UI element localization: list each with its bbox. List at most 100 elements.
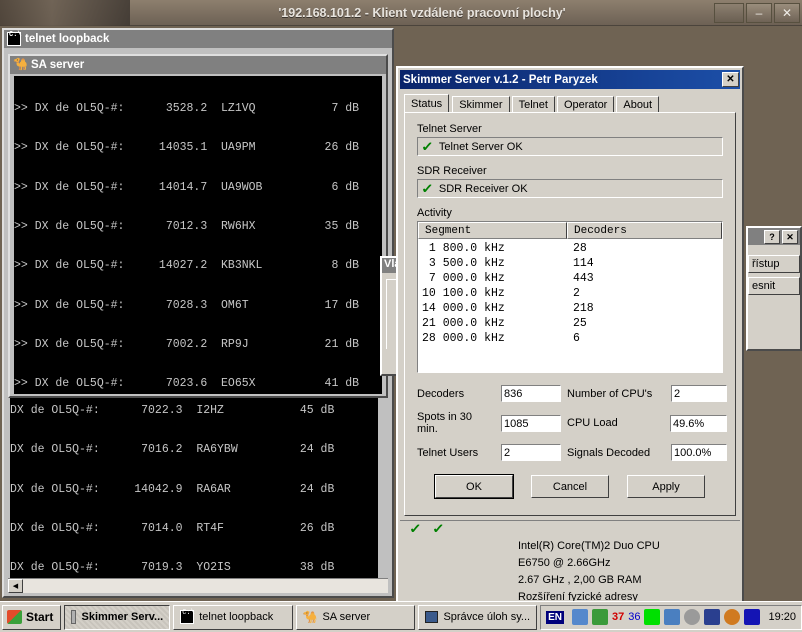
dialog-statusbar: ✓ ✓ xyxy=(400,520,740,537)
cpuload-value[interactable]: 49.6% xyxy=(670,414,727,432)
document-icon[interactable] xyxy=(664,609,681,625)
terminal-line: >> DX de OL5Q-#: 7028.3 OM6T 17 dB xyxy=(14,298,360,312)
terminal-line: >> DX de OL5Q-#: 7002.2 RP9J 21 dB xyxy=(14,337,360,351)
column-header-decoders[interactable]: Decoders xyxy=(567,222,722,239)
dialog-button-row: OK Cancel Apply xyxy=(417,474,723,499)
dialog-titlebar[interactable]: Skimmer Server v.1.2 - Petr Paryzek ✕ xyxy=(400,70,740,89)
terminal-line: >> DX de OL5Q-#: 3528.2 LZ1VQ 7 dB xyxy=(14,102,360,116)
chart-icon[interactable] xyxy=(704,609,721,625)
tab-skimmer[interactable]: Skimmer xyxy=(452,96,510,112)
media-play-icon[interactable] xyxy=(744,609,761,625)
cell-segment: 10 100.0 kHz xyxy=(422,287,505,300)
sdr-receiver-status-text: SDR Receiver OK xyxy=(438,182,528,195)
rdp-close-button[interactable]: ✕ xyxy=(774,2,800,23)
language-indicator[interactable]: EN xyxy=(546,610,564,624)
taskbar-button-taskmanager[interactable]: Správce úloh sy... xyxy=(417,604,538,630)
check-icon: ✓ xyxy=(432,521,445,536)
system-tray[interactable]: EN 37 36 19:20 xyxy=(540,604,802,630)
telnet-users-value[interactable]: 2 xyxy=(501,444,561,461)
cancel-button[interactable]: Cancel xyxy=(531,475,609,498)
terminal-line: DX de OL5Q-#: 7014.0 RT4F 26 dB xyxy=(10,522,335,536)
globe-icon[interactable] xyxy=(724,609,741,625)
telnet-loopback-hscrollbar[interactable]: ◀ xyxy=(8,578,388,593)
background-button-pristup[interactable]: řístup xyxy=(748,255,800,273)
cell-segment: 14 000.0 kHz xyxy=(422,302,505,315)
cmd-icon xyxy=(7,31,22,46)
telnet-loopback-terminal[interactable]: DX de OL5Q-#: 7022.3 I2HZ 45 dB DX de OL… xyxy=(10,378,378,578)
tab-operator[interactable]: Operator xyxy=(556,96,615,112)
column-header-segment[interactable]: Segment xyxy=(418,222,567,239)
rdp-restore-button[interactable] xyxy=(714,2,744,23)
taskbar[interactable]: Start Skimmer Serv... telnet loopback 🐪 … xyxy=(0,601,802,632)
taskbar-button-label: telnet loopback xyxy=(199,611,274,623)
taskbar-button-telnet[interactable]: telnet loopback xyxy=(173,604,293,630)
cpuload-label: CPU Load xyxy=(567,417,618,429)
cpus-value[interactable]: 2 xyxy=(671,385,727,402)
sa-server-window[interactable]: 🐪 SA server >> DX de OL5Q-#: 3528.2 LZ1V… xyxy=(8,54,388,398)
apply-button[interactable]: Apply xyxy=(627,475,705,498)
tray-count-blue: 36 xyxy=(628,611,641,623)
help-button[interactable]: ? xyxy=(764,229,780,244)
background-window-titlebar[interactable]: ? ✕ xyxy=(748,228,800,245)
terminal-line: DX de OL5Q-#: 7019.3 YO2IS 38 dB xyxy=(10,561,335,575)
cpu-info-line: E6750 @ 2.66GHz xyxy=(518,557,611,569)
table-row[interactable]: 7 000.0 kHz 443 xyxy=(418,271,722,286)
tab-about[interactable]: About xyxy=(616,96,660,112)
cpus-label: Number of CPU's xyxy=(567,387,653,400)
windows-logo-icon xyxy=(7,610,22,624)
rdp-minimize-button[interactable]: – xyxy=(746,2,772,23)
table-row[interactable]: 3 500.0 kHz 114 xyxy=(418,256,722,271)
tab-status[interactable]: Status xyxy=(404,94,450,112)
table-row[interactable]: 10 100.0 kHz 2 xyxy=(418,286,722,301)
check-icon: ✓ xyxy=(421,138,434,154)
sa-server-terminal[interactable]: >> DX de OL5Q-#: 3528.2 LZ1VQ 7 dB >> DX… xyxy=(14,76,382,394)
terminal-line: >> DX de OL5Q-#: 14014.7 UA9WOB 6 dB xyxy=(14,180,360,194)
close-icon[interactable]: ✕ xyxy=(722,72,739,87)
table-row[interactable]: 14 000.0 kHz 218 xyxy=(418,301,722,316)
cell-decoders: 6 xyxy=(573,332,580,345)
clock[interactable]: 19:20 xyxy=(768,611,796,623)
cpu-info-line: Intel(R) Core(TM)2 Duo CPU xyxy=(518,540,660,552)
check-icon: ✓ xyxy=(421,180,434,196)
activity-table[interactable]: Segment Decoders 1 800.0 kHz 28 3 500.0 … xyxy=(417,221,723,373)
start-button[interactable]: Start xyxy=(2,604,62,630)
network-icon[interactable] xyxy=(571,609,588,625)
signals-label: Signals Decoded xyxy=(567,446,651,459)
sdr-receiver-group-label: SDR Receiver xyxy=(417,165,487,177)
dialog-tabstrip[interactable]: Status Skimmer Telnet Operator About xyxy=(404,94,742,112)
background-button-resnit[interactable]: esnit xyxy=(748,277,800,295)
monitor-icon[interactable] xyxy=(644,609,661,625)
sa-server-titlebar[interactable]: 🐪 SA server xyxy=(10,56,386,74)
table-row[interactable]: 21 000.0 kHz 25 xyxy=(418,316,722,331)
statistics-grid: Decoders 836 Number of CPU's 2 Spots in … xyxy=(417,385,727,461)
cpu-info-line: 2.67 GHz , 2,00 GB RAM xyxy=(518,574,642,586)
cell-decoders: 443 xyxy=(573,272,594,285)
scroll-track[interactable] xyxy=(23,579,388,593)
remote-desktop-surface: telnet loopback DX de OL5Q-#: 7022.3 I2H… xyxy=(0,26,802,632)
update-icon[interactable] xyxy=(591,609,608,625)
tab-telnet[interactable]: Telnet xyxy=(511,96,555,112)
volume-icon[interactable] xyxy=(684,609,701,625)
ok-button[interactable]: OK xyxy=(434,474,514,499)
scroll-left-arrow-icon[interactable]: ◀ xyxy=(8,579,23,593)
skimmer-server-dialog[interactable]: Skimmer Server v.1.2 - Petr Paryzek ✕ St… xyxy=(396,66,744,617)
decoders-value[interactable]: 836 xyxy=(501,385,561,402)
table-row[interactable]: 1 800.0 kHz 28 xyxy=(418,241,722,256)
background-window-right[interactable]: ? ✕ řístup esnit xyxy=(746,226,802,351)
close-button[interactable]: ✕ xyxy=(782,229,798,244)
terminal-line: DX de OL5Q-#: 14042.9 RA6AR 24 dB xyxy=(10,482,335,496)
spots-label: Spots in 30 min. xyxy=(417,411,473,435)
cell-decoders: 114 xyxy=(573,257,594,270)
table-row[interactable]: 28 000.0 kHz 6 xyxy=(418,331,722,346)
camel-icon: 🐪 xyxy=(13,57,28,71)
signals-value[interactable]: 100.0% xyxy=(671,444,727,461)
telnet-server-status-text: Telnet Server OK xyxy=(438,140,523,153)
taskbar-button-skimmer[interactable]: Skimmer Serv... xyxy=(64,604,171,630)
start-label: Start xyxy=(26,610,54,624)
telnet-loopback-titlebar[interactable]: telnet loopback xyxy=(4,30,392,48)
spots-value[interactable]: 1085 xyxy=(501,414,561,432)
camel-icon: 🐪 xyxy=(302,610,318,624)
rdp-titlebar[interactable]: '192.168.101.2 - Klient vzdálené pracovn… xyxy=(0,0,802,26)
taskbar-button-sa-server[interactable]: 🐪 SA server xyxy=(295,604,415,630)
taskbar-button-label: SA server xyxy=(322,611,371,623)
